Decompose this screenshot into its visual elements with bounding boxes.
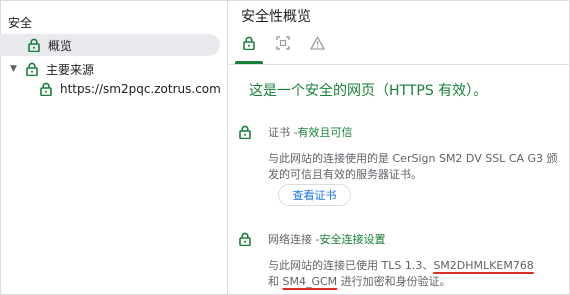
lock-icon — [28, 38, 40, 52]
warning-icon — [309, 35, 325, 54]
cipher-name: SM4_GCM — [282, 275, 338, 288]
tab-warning[interactable] — [309, 36, 325, 52]
connection-description: 与此网站的连接已使用 TLS 1.3、SM2DHMLKEM768 和 SM4_G… — [268, 258, 568, 290]
lock-icon — [239, 125, 251, 139]
lock-icon — [26, 62, 38, 76]
sidebar-item-overview[interactable]: 概览 — [0, 34, 220, 56]
certificate-label: 证书 - — [268, 126, 298, 139]
certificate-header: 证书 - 有效且可信 — [239, 124, 569, 140]
scan-icon — [276, 35, 290, 54]
lock-icon — [243, 35, 255, 54]
status-tabs — [241, 32, 325, 56]
security-summary: 这是一个安全的网页（HTTPS 有效）。 — [249, 83, 488, 99]
connection-header: 网络连接 - 安全连接设置 — [239, 231, 569, 247]
certificate-section: 证书 - 有效且可信 与此网站的连接使用的是 CerSign SM2 DV SS… — [239, 124, 569, 206]
sidebar-item-label: 概览 — [48, 38, 73, 53]
sidebar-item-origin[interactable]: https://sm2pqc.zotrus.com — [0, 78, 222, 100]
chevron-down-icon[interactable]: ▼ — [10, 64, 22, 74]
connection-desc-text: 与此网站的连接已使用 TLS 1.3、 — [268, 259, 434, 272]
connection-section: 网络连接 - 安全连接设置 与此网站的连接已使用 TLS 1.3、SM2DHML… — [239, 231, 569, 290]
sidebar-heading: 安全 — [8, 16, 33, 30]
connection-status: 安全连接设置 — [319, 233, 386, 246]
connection-desc-and: 和 — [268, 275, 283, 288]
view-certificate-button[interactable]: 查看证书 — [278, 184, 351, 206]
connection-label: 网络连接 - — [268, 233, 320, 246]
key-exchange-name: SM2DHMLKEM768 — [433, 259, 534, 272]
certificate-status: 有效且可信 — [297, 126, 353, 139]
tab-scan[interactable] — [275, 35, 291, 54]
security-overview-pane: 安全性概览 这是一个安全的网页（HTTPS 有效）。 证书 - 有效且可信 与此… — [229, 0, 570, 295]
security-sidebar: 安全 概览 ▼ 主要来源 https://sm2pqc.zotrus.com — [0, 0, 228, 295]
sidebar-item-main-origin[interactable]: ▼ 主要来源 — [0, 58, 220, 80]
connection-desc-text: 进行加密和身份验证。 — [337, 275, 451, 288]
lock-icon — [40, 82, 52, 96]
certificate-description: 与此网站的连接使用的是 CerSign SM2 DV SSL CA G3 颁发的… — [268, 152, 558, 181]
sidebar-item-label: 主要来源 — [46, 62, 95, 77]
sidebar-item-label: https://sm2pqc.zotrus.com — [60, 82, 221, 96]
page-title: 安全性概览 — [241, 9, 311, 25]
lock-icon — [239, 232, 251, 246]
tab-lock[interactable] — [241, 36, 257, 52]
tab-divider — [229, 64, 570, 65]
